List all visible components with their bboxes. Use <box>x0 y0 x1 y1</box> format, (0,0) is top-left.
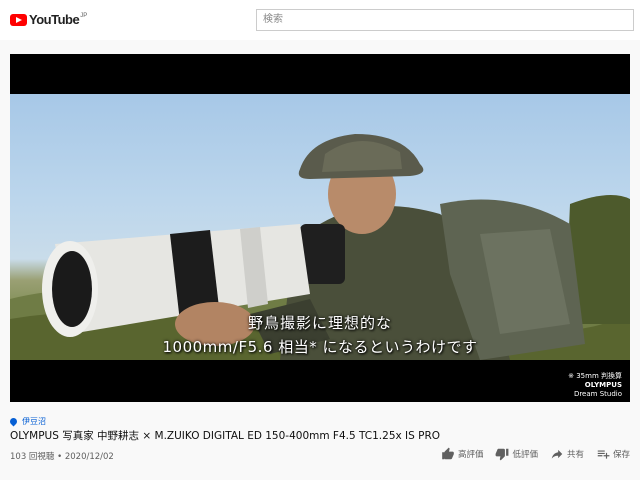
dislike-label: 低評価 <box>512 450 538 460</box>
save-button[interactable]: 保存 <box>596 447 630 461</box>
watermark-brand: OLYMPUS <box>584 381 622 389</box>
logo-region: JP <box>80 12 88 19</box>
logo-text: YouTube <box>29 12 80 27</box>
like-label: 高評価 <box>457 450 484 460</box>
thumbs-down-icon <box>496 448 509 461</box>
video-actions: 高評価 低評価 共有 保存 <box>441 447 630 461</box>
youtube-logo[interactable]: YouTube JP <box>10 12 87 27</box>
youtube-play-icon <box>10 13 27 26</box>
location-pin-icon <box>8 416 19 427</box>
top-bar: YouTube JP 検索 <box>0 0 640 40</box>
video-watermark: ※ 35mm 判換算 OLYMPUS Dream Studio <box>568 372 622 399</box>
share-arrow-icon <box>551 449 563 459</box>
view-count-date: 103 回視聴 • 2020/12/02 <box>10 452 114 462</box>
dislike-button[interactable]: 低評価 <box>495 447 538 461</box>
playlist-add-icon <box>597 450 610 459</box>
share-label: 共有 <box>566 450 584 460</box>
like-button[interactable]: 高評価 <box>441 447 484 461</box>
subtitle-line-2: 1000mm/F5.6 相当* になるというわけです <box>162 338 478 356</box>
save-label: 保存 <box>612 450 630 460</box>
watermark-note: ※ 35mm 判換算 <box>568 372 622 380</box>
location-label: 伊豆沼 <box>22 417 46 426</box>
video-player[interactable]: 野鳥撮影に理想的な 1000mm/F5.6 相当* になるというわけです ※ 3… <box>10 54 630 402</box>
video-title: OLYMPUS 写真家 中野耕志 × M.ZUIKO DIGITAL ED 15… <box>10 430 441 442</box>
share-button[interactable]: 共有 <box>550 447 584 461</box>
watermark-studio: Dream Studio <box>573 390 622 398</box>
location-link[interactable]: 伊豆沼 <box>8 416 46 427</box>
subtitle-line-1: 野鳥撮影に理想的な <box>247 314 392 332</box>
search-input[interactable]: 検索 <box>256 9 634 31</box>
thumbs-up-icon <box>442 447 454 460</box>
